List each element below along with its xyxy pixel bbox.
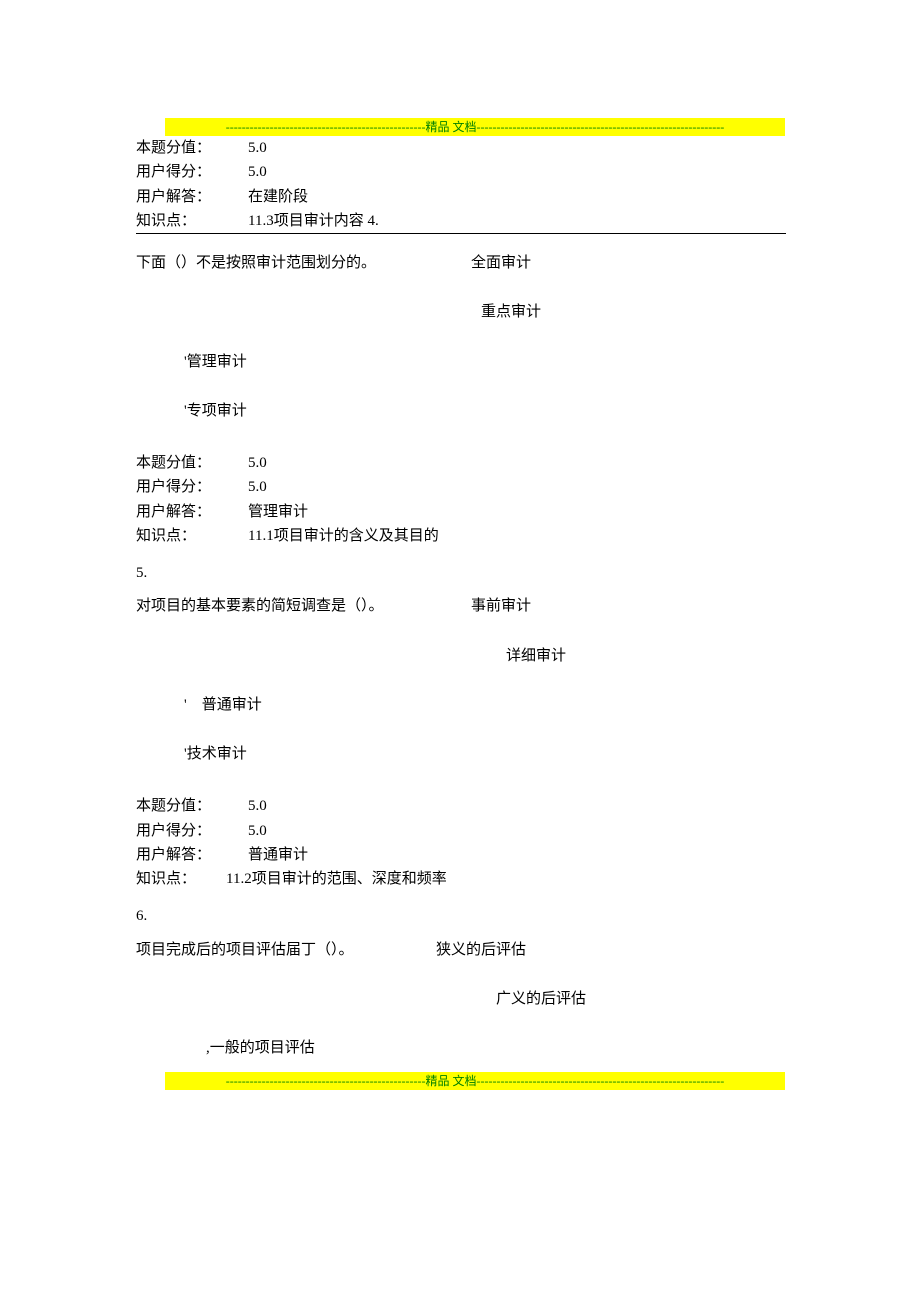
- question-number-6: 6.: [136, 905, 786, 928]
- q3-kp-row: 知识点： 11.3项目审计内容 4.: [136, 210, 786, 234]
- content-area: 本题分值： 5.0 用户得分： 5.0 用户解答： 在建阶段 知识点： 11.3…: [136, 137, 786, 1060]
- kp-value: 11.1项目审计的含义及其目的: [248, 525, 439, 548]
- banner-dash-right: ----------------------------------------…: [477, 118, 725, 136]
- user-score-value: 5.0: [248, 161, 267, 184]
- q6-option-b: 广义的后评估: [136, 988, 786, 1011]
- q5-option-d: '技术审计: [184, 743, 786, 766]
- score-value: 5.0: [248, 452, 267, 475]
- kp-label: 知识点：: [136, 525, 248, 548]
- q6-option-c: ,一般的项目评估: [206, 1037, 786, 1060]
- q4-user-answer-row: 用户解答： 管理审计: [136, 501, 786, 524]
- q4-question-line: 下面（）不是按照审计范围划分的。 全面审计: [136, 252, 786, 275]
- user-answer-value: 管理审计: [248, 501, 308, 524]
- q4-user-score-row: 用户得分： 5.0: [136, 476, 786, 499]
- user-score-label: 用户得分：: [136, 820, 248, 843]
- q6-question-line: 项目完成后的项目评估届丁（）。 狭义的后评估: [136, 939, 786, 962]
- user-score-value: 5.0: [248, 476, 267, 499]
- banner-dash-left: ----------------------------------------…: [226, 118, 426, 136]
- user-answer-label: 用户解答：: [136, 186, 248, 209]
- q5-option-a: 事前审计: [471, 595, 531, 618]
- q5-question-line: 对项目的基本要素的简短调查是（）。 事前审计: [136, 595, 786, 618]
- q3-user-answer-row: 用户解答： 在建阶段: [136, 186, 786, 209]
- q4-kp-row: 知识点： 11.1项目审计的含义及其目的: [136, 525, 786, 548]
- q6-question-text: 项目完成后的项目评估届丁（）。: [136, 939, 436, 962]
- footer-banner: ----------------------------------------…: [165, 1072, 785, 1090]
- kp-value: 11.3项目审计内容 4.: [248, 210, 379, 233]
- q3-user-score-row: 用户得分： 5.0: [136, 161, 786, 184]
- q4-question-text: 下面（）不是按照审计范围划分的。: [136, 252, 471, 275]
- score-value: 5.0: [248, 795, 267, 818]
- score-label: 本题分值：: [136, 452, 248, 475]
- q3-score-row: 本题分值： 5.0: [136, 137, 786, 160]
- q4-option-a: 全面审计: [471, 252, 531, 275]
- user-answer-value: 在建阶段: [248, 186, 308, 209]
- q5-question-text: 对项目的基本要素的简短调查是（）。: [136, 595, 471, 618]
- q4-score-row: 本题分值： 5.0: [136, 452, 786, 475]
- score-label: 本题分值：: [136, 137, 248, 160]
- user-score-label: 用户得分：: [136, 161, 248, 184]
- q5-score-row: 本题分值： 5.0: [136, 795, 786, 818]
- header-banner: ----------------------------------------…: [165, 118, 785, 136]
- q5-option-c: ' 普通审计: [184, 694, 786, 717]
- user-answer-label: 用户解答：: [136, 501, 248, 524]
- user-score-label: 用户得分：: [136, 476, 248, 499]
- q5-option-b: 详细审计: [136, 645, 786, 668]
- q5-kp-row: 知识点： 11.2项目审计的范围、深度和频率: [136, 868, 786, 891]
- user-score-value: 5.0: [248, 820, 267, 843]
- score-label: 本题分值：: [136, 795, 248, 818]
- document-page: ----------------------------------------…: [0, 0, 920, 1303]
- user-answer-value: 普通审计: [248, 844, 308, 867]
- q4-option-b: 重点审计: [136, 301, 786, 324]
- score-value: 5.0: [248, 137, 267, 160]
- question-number-5: 5.: [136, 562, 786, 585]
- banner-dash-right: ----------------------------------------…: [477, 1072, 725, 1090]
- banner-center-text: 精品 文档: [426, 1072, 477, 1090]
- banner-dash-left: ----------------------------------------…: [226, 1072, 426, 1090]
- kp-label: 知识点：: [136, 210, 248, 233]
- q4-option-c: '管理审计: [184, 351, 786, 374]
- q4-option-d: '专项审计: [184, 400, 786, 423]
- q5-user-answer-row: 用户解答： 普通审计: [136, 844, 786, 867]
- user-answer-label: 用户解答：: [136, 844, 248, 867]
- kp-value: 11.2项目审计的范围、深度和频率: [226, 868, 447, 891]
- q5-user-score-row: 用户得分： 5.0: [136, 820, 786, 843]
- kp-label: 知识点：: [136, 868, 226, 891]
- q6-option-a: 狭义的后评估: [436, 939, 526, 962]
- banner-center-text: 精品 文档: [426, 118, 477, 136]
